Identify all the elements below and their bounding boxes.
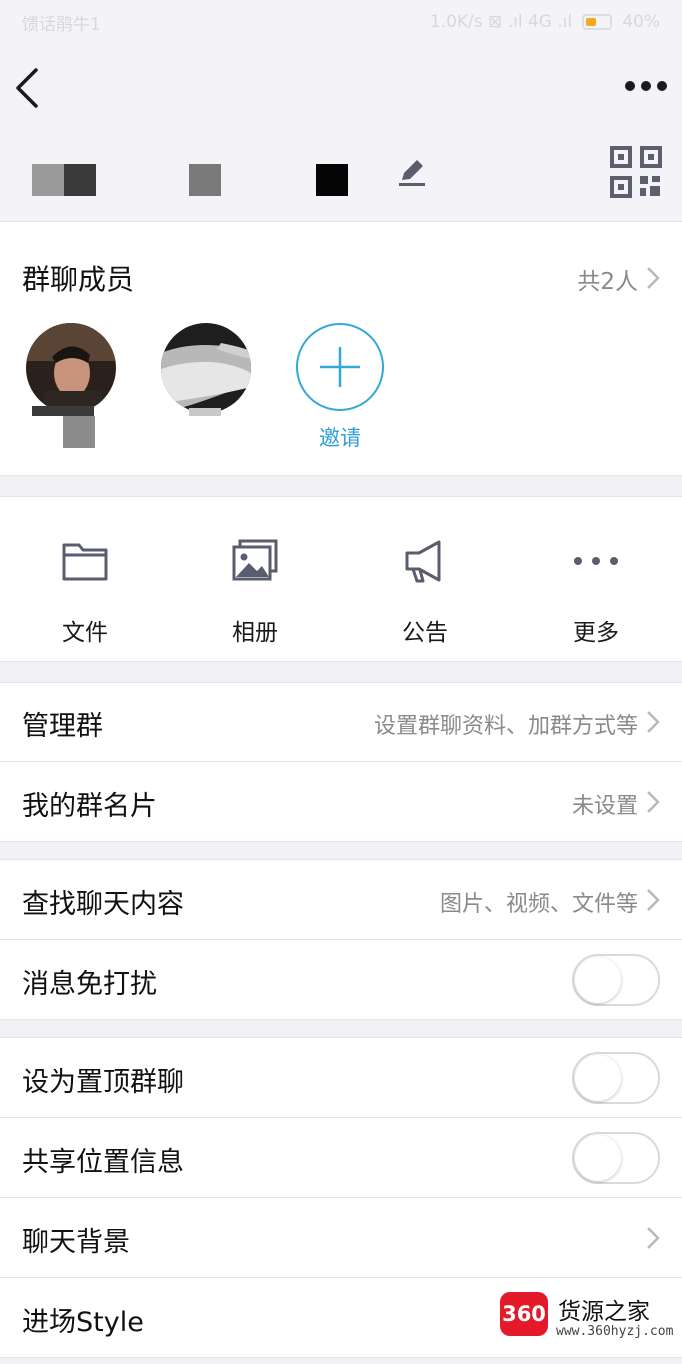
row-value: 设置群聊资料、加群方式等 (373, 714, 638, 739)
tool-album[interactable]: 相册 (170, 497, 340, 663)
manage-group-row[interactable]: 管理群 设置群聊资料、加群方式等 (0, 682, 682, 762)
row-label: 进场Style (22, 1307, 144, 1338)
chevron-right-icon (647, 1227, 660, 1249)
watermark-title: 货源之家 (558, 1299, 650, 1325)
status-right: 1.0K/s ⊠ .ıl 4G .ıl 40% (430, 12, 660, 32)
group-name-blurred (64, 164, 96, 196)
member-name-blurred (189, 408, 221, 416)
plus-icon (320, 347, 360, 387)
tool-files[interactable]: 文件 (0, 497, 170, 663)
invite-button[interactable] (296, 323, 384, 411)
watermark-logo: 360 (500, 1292, 548, 1336)
row-label: 共享位置信息 (22, 1147, 184, 1178)
divider (0, 1357, 682, 1358)
folder-icon (62, 543, 108, 581)
chevron-right-icon (647, 711, 660, 733)
my-group-card-row[interactable]: 我的群名片 未设置 (0, 762, 682, 842)
tool-more[interactable]: 更多 (511, 497, 681, 663)
row-value: 未设置 (571, 794, 638, 819)
share-location-toggle[interactable] (572, 1132, 660, 1184)
invite-label[interactable]: 邀请 (296, 422, 384, 452)
chevron-right-icon (647, 267, 660, 289)
row-label: 查找聊天内容 (22, 889, 184, 920)
share-location-row: 共享位置信息 (0, 1118, 682, 1198)
row-label: 聊天背景 (22, 1227, 130, 1258)
watermark: 360 货源之家 www.360hyzj.com (500, 1290, 682, 1346)
row-value: 图片、视频、文件等 (439, 892, 638, 917)
battery-icon (582, 14, 613, 30)
more-options-icon[interactable] (624, 74, 668, 98)
row-label: 消息免打扰 (22, 969, 157, 1000)
tool-label: 相册 (232, 620, 278, 646)
tools-section: 文件 相册 公告 更多 (0, 496, 682, 662)
member-avatar[interactable] (161, 323, 251, 413)
members-section: 群聊成员 共2人 邀请 (0, 222, 682, 476)
battery-percent: 40% (622, 12, 660, 32)
search-chat-row[interactable]: 查找聊天内容 图片、视频、文件等 (0, 860, 682, 940)
group-name-blurred (316, 164, 348, 196)
divider (0, 841, 682, 842)
chat-background-row[interactable]: 聊天背景 (0, 1198, 682, 1278)
row-label: 我的群名片 (22, 791, 157, 822)
chevron-right-icon (647, 889, 660, 911)
group-name-blurred (189, 164, 221, 196)
divider (0, 1019, 682, 1020)
member-count[interactable]: 共2人 (577, 262, 638, 296)
member-avatar[interactable] (26, 323, 116, 413)
tool-label: 更多 (573, 620, 619, 646)
member-name-blurred (32, 406, 94, 416)
tool-label: 文件 (62, 620, 108, 646)
divider (0, 682, 682, 683)
row-label: 管理群 (22, 711, 103, 742)
megaphone-icon (405, 540, 441, 583)
tool-announcement[interactable]: 公告 (340, 497, 510, 663)
chevron-right-icon (647, 791, 660, 813)
watermark-url: www.360hyzj.com (556, 1324, 674, 1339)
status-network: 1.0K/s ⊠ .ıl 4G .ıl (429, 12, 573, 32)
group-name-row[interactable] (0, 134, 682, 222)
status-bar: 馈话鹃牛1 1.0K/s ⊠ .ıl 4G .ıl 40% (0, 0, 682, 44)
row-label: 设为置顶群聊 (22, 1067, 184, 1098)
back-arrow-icon[interactable] (10, 62, 50, 114)
qr-code-icon[interactable] (610, 146, 662, 198)
do-not-disturb-row: 消息免打扰 (0, 940, 682, 1020)
member-name-blurred (63, 416, 95, 448)
pin-chat-row: 设为置顶群聊 (0, 1038, 682, 1118)
do-not-disturb-toggle[interactable] (572, 954, 660, 1006)
album-icon (232, 539, 278, 581)
members-title: 群聊成员 (22, 263, 135, 296)
pin-chat-toggle[interactable] (572, 1052, 660, 1104)
edit-pencil-icon[interactable] (396, 156, 428, 188)
more-dots-icon (574, 557, 618, 565)
tool-label: 公告 (402, 620, 448, 646)
group-name-blurred (32, 164, 64, 196)
status-carrier: 馈话鹃牛1 (22, 14, 101, 35)
nav-bar (0, 44, 682, 134)
